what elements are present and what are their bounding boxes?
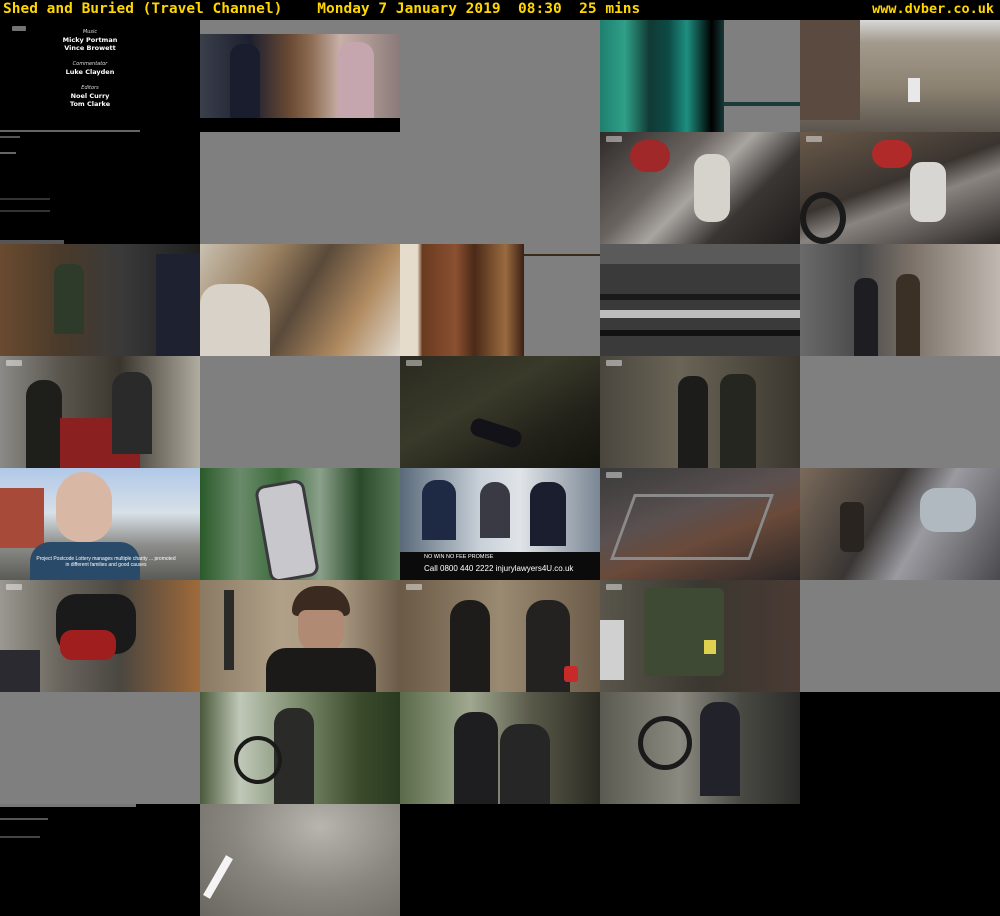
thumbnail-phone-ad[interactable] xyxy=(200,468,400,580)
thumbnail-man-fur-hat[interactable] xyxy=(200,580,400,692)
credits-role: Editors xyxy=(81,85,99,91)
thumbnail-glitch[interactable] xyxy=(600,20,800,132)
thumbnail-blank[interactable] xyxy=(400,20,600,132)
ad-banner: NO WIN NO FEE PROMISE Call 0800 440 2222… xyxy=(400,552,600,580)
programme-title: Shed and Buried (Travel Channel) Monday … xyxy=(3,1,641,17)
thumbnail-blank[interactable] xyxy=(400,132,600,244)
thumbnail-end-glitch[interactable] xyxy=(0,804,200,916)
credits-block: Music Micky Portman Vince Browett Commen… xyxy=(60,28,120,108)
thumbnail-motorbike-closeup[interactable] xyxy=(600,132,800,244)
thumbnail-garage-door[interactable] xyxy=(800,244,1000,356)
thumbnail-tractor[interactable] xyxy=(0,356,200,468)
thumbnail-empty xyxy=(800,804,1000,916)
thumbnail-credits[interactable]: Music Micky Portman Vince Browett Commen… xyxy=(0,20,200,132)
thumbnail-cluttered-shed[interactable] xyxy=(200,244,400,356)
thumbnail-grid: Music Micky Portman Vince Browett Commen… xyxy=(0,20,1000,916)
thumbnail-lawyers-ad[interactable]: NO WIN NO FEE PROMISE Call 0800 440 2222… xyxy=(400,468,600,580)
thumbnail-living-room[interactable] xyxy=(200,20,400,132)
thumbnail-road[interactable] xyxy=(200,804,400,916)
ad-caption: Project Postcode Lottery manages multipl… xyxy=(36,556,176,568)
credits-names: Micky Portman Vince Browett xyxy=(62,36,118,52)
credits-names: Noel Curry Tom Clarke xyxy=(69,92,111,108)
thumbnail-empty xyxy=(800,692,1000,804)
thumbnail-blank[interactable] xyxy=(0,692,200,804)
ad-promise: NO WIN NO FEE PROMISE xyxy=(424,554,494,560)
thumbnail-red-motorbike[interactable] xyxy=(0,580,200,692)
thumbnail-motorbike-engine[interactable] xyxy=(800,468,1000,580)
thumbnail-blank[interactable] xyxy=(200,132,400,244)
header-bar: Shed and Buried (Travel Channel) Monday … xyxy=(0,0,1000,20)
site-link[interactable]: www.dvber.co.uk xyxy=(872,1,994,17)
thumbnail-two-men-talking[interactable] xyxy=(400,580,600,692)
credits-names: Luke Clayden xyxy=(65,68,115,76)
thumbnail-engine-crate[interactable] xyxy=(600,468,800,580)
thumbnail-motorbike-wide[interactable] xyxy=(800,132,1000,244)
thumbnail-men-in-cab[interactable] xyxy=(400,692,600,804)
thumbnail-blank[interactable] xyxy=(800,356,1000,468)
thumbnail-steering-wheel[interactable] xyxy=(600,692,800,804)
thumbnail-dark-floor[interactable] xyxy=(400,356,600,468)
ad-phone: Call 0800 440 2222 injurylawyers4U.co.uk xyxy=(424,564,574,573)
thumbnail-credits-end[interactable] xyxy=(0,132,200,244)
thumbnail-shed-interior[interactable] xyxy=(0,244,200,356)
thumbnail-truck-cab[interactable] xyxy=(200,692,400,804)
credits-role: Music xyxy=(82,29,98,35)
thumbnail-blank[interactable] xyxy=(200,356,400,468)
credits-role: Commentator xyxy=(72,61,108,67)
thumbnail-empty xyxy=(600,804,800,916)
thumbnail-ad-man[interactable]: Project Postcode Lottery manages multipl… xyxy=(0,468,200,580)
thumbnail-blank[interactable] xyxy=(800,580,1000,692)
thumbnail-wooden-door[interactable] xyxy=(400,244,600,356)
thumbnail-empty xyxy=(400,804,600,916)
thumbnail-glitch-grey[interactable] xyxy=(600,244,800,356)
thumbnail-village-house[interactable] xyxy=(800,20,1000,132)
thumbnail-land-rover[interactable] xyxy=(600,580,800,692)
thumbnail-two-men-garage[interactable] xyxy=(600,356,800,468)
